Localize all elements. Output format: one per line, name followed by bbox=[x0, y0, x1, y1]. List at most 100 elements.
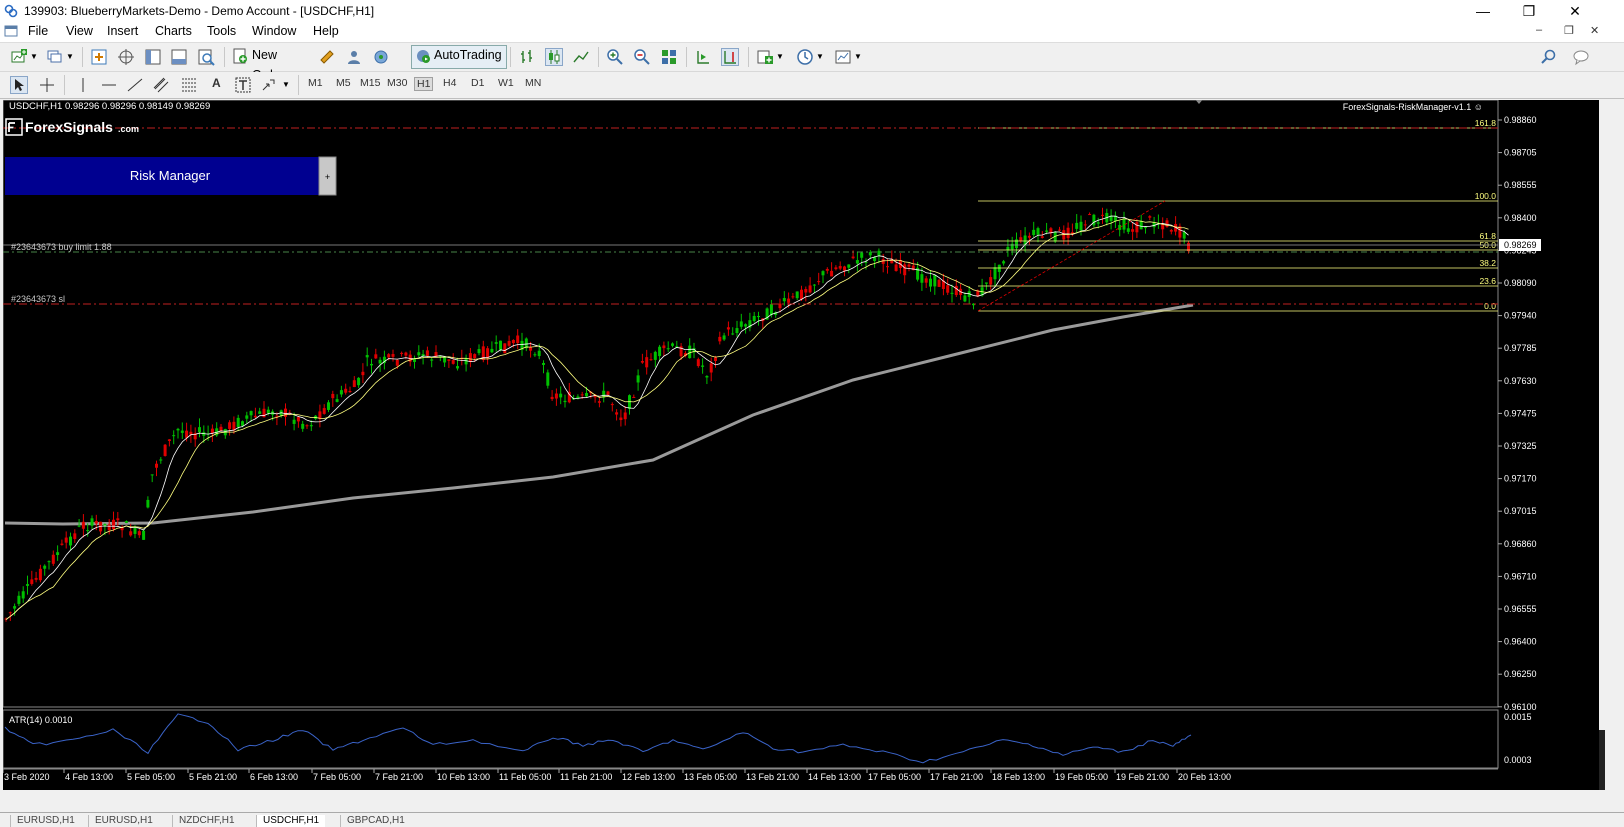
arrows-icon[interactable] bbox=[260, 76, 278, 94]
profiles-dropdown-icon[interactable]: ▼ bbox=[66, 52, 74, 61]
menu-view[interactable]: View bbox=[66, 24, 93, 38]
market-watch-icon[interactable] bbox=[90, 48, 108, 66]
timeframe-m5[interactable]: M5 bbox=[336, 77, 351, 89]
minimize-button[interactable]: — bbox=[1460, 0, 1506, 22]
navigator-icon[interactable] bbox=[144, 48, 162, 66]
cursor-icon[interactable] bbox=[10, 76, 28, 94]
tab-usdchf[interactable]: USDCHF,H1 bbox=[256, 815, 326, 827]
chart-shift-icon[interactable] bbox=[721, 48, 739, 66]
restore-button[interactable]: ❐ bbox=[1506, 0, 1552, 22]
profiles-icon[interactable] bbox=[46, 48, 64, 66]
time-label: 14 Feb 13:00 bbox=[808, 772, 861, 782]
price-chart[interactable]: 161.8100.061.850.038.223.60.0 0.988600.9… bbox=[3, 100, 1599, 790]
chart-window-icon[interactable] bbox=[4, 24, 18, 38]
horizontal-line-icon[interactable] bbox=[100, 76, 118, 94]
templates-dropdown-icon[interactable]: ▼ bbox=[854, 52, 862, 61]
timeframe-w1[interactable]: W1 bbox=[498, 77, 514, 89]
new-chart-icon[interactable] bbox=[10, 48, 28, 66]
signals-icon[interactable] bbox=[345, 48, 363, 66]
timeframe-m15[interactable]: M15 bbox=[360, 77, 380, 89]
new-order-label: New Order bbox=[252, 48, 284, 82]
mdi-restore-button[interactable]: ❐ bbox=[1564, 24, 1574, 37]
candle-body bbox=[950, 292, 954, 294]
candle-body bbox=[701, 365, 705, 367]
crosshair-icon[interactable] bbox=[38, 76, 56, 94]
indicators-dropdown-icon[interactable]: ▼ bbox=[776, 52, 784, 61]
channel-icon[interactable] bbox=[152, 76, 170, 94]
candle-body bbox=[714, 357, 717, 362]
mdi-close-button[interactable]: ✕ bbox=[1590, 24, 1599, 37]
new-order-button[interactable]: New Order bbox=[230, 45, 312, 82]
bar-chart-icon[interactable] bbox=[518, 48, 536, 66]
timeframe-m30[interactable]: M30 bbox=[387, 77, 407, 89]
templates-icon[interactable] bbox=[834, 48, 852, 66]
price-label: 0.97325 bbox=[1504, 441, 1537, 451]
timeframe-m1[interactable]: M1 bbox=[308, 77, 323, 89]
timeframe-h1[interactable]: H1 bbox=[414, 77, 434, 91]
candle-body bbox=[554, 393, 558, 399]
text-label-icon[interactable] bbox=[234, 76, 252, 94]
candle-body bbox=[357, 377, 361, 386]
tab-gbpcad[interactable]: GBPCAD,H1 bbox=[340, 815, 411, 827]
candle-body bbox=[640, 361, 644, 363]
main-toolbar: ▼ ▼ New Order AutoTrading ▼ ▼ ▼ bbox=[0, 43, 1624, 82]
timeframe-mn[interactable]: MN bbox=[525, 77, 541, 89]
menu-charts[interactable]: Charts bbox=[155, 24, 192, 38]
line-chart-icon[interactable] bbox=[572, 48, 590, 66]
candle-body bbox=[163, 444, 167, 456]
candle-body bbox=[559, 393, 563, 398]
timeframe-d1[interactable]: D1 bbox=[471, 77, 484, 89]
tile-windows-icon[interactable] bbox=[660, 48, 678, 66]
risk-manager-panel[interactable]: Risk Manager + bbox=[5, 156, 337, 196]
new-chart-dropdown-icon[interactable]: ▼ bbox=[30, 52, 38, 61]
menu-file[interactable]: File bbox=[28, 24, 48, 38]
time-label: 19 Feb 21:00 bbox=[1116, 772, 1169, 782]
menu-window[interactable]: Window bbox=[252, 24, 296, 38]
zoom-out-icon[interactable] bbox=[633, 48, 651, 66]
chart-area[interactable]: 161.8 100.0 61.8 50.0 38.2 23.6 0.0 0.98860 0.9… bbox=[3, 100, 1599, 790]
fibonacci-retracement[interactable]: 161.8100.061.850.038.223.60.0 bbox=[977, 118, 1498, 312]
timeframe-h4[interactable]: H4 bbox=[443, 77, 456, 89]
auto-scroll-icon[interactable] bbox=[694, 48, 712, 66]
candle-body bbox=[167, 439, 171, 442]
tab-eurusd-1[interactable]: EURUSD,H1 bbox=[10, 815, 81, 827]
time-label: 18 Feb 13:00 bbox=[992, 772, 1045, 782]
tab-eurusd-2[interactable]: EURUSD,H1 bbox=[88, 815, 159, 827]
periods-dropdown-icon[interactable]: ▼ bbox=[816, 52, 824, 61]
expert-advisor-label: ForexSignals-RiskManager-v1.1 ☺ bbox=[1343, 102, 1483, 112]
vertical-line-icon[interactable] bbox=[74, 76, 92, 94]
candle-body bbox=[322, 408, 326, 414]
menu-tools[interactable]: Tools bbox=[207, 24, 236, 38]
fib-trend-line[interactable] bbox=[977, 200, 1166, 312]
price-axis[interactable]: 0.988600.987050.985550.984000.982450.980… bbox=[1498, 115, 1541, 765]
market-icon[interactable] bbox=[372, 48, 390, 66]
data-window-icon[interactable] bbox=[117, 48, 135, 66]
autotrading-button[interactable]: AutoTrading bbox=[411, 45, 507, 69]
candlestick-chart-icon[interactable] bbox=[545, 48, 563, 66]
text-tool-icon[interactable]: A bbox=[212, 76, 221, 90]
periods-icon[interactable] bbox=[796, 48, 814, 66]
chart-shift-marker-icon[interactable] bbox=[1194, 100, 1204, 104]
candle-body bbox=[266, 409, 270, 414]
zoom-in-icon[interactable] bbox=[606, 48, 624, 66]
trendline-icon[interactable] bbox=[126, 76, 144, 94]
fibonacci-icon[interactable] bbox=[180, 76, 198, 94]
arrows-dropdown-icon[interactable]: ▼ bbox=[282, 80, 290, 89]
menu-insert[interactable]: Insert bbox=[107, 24, 138, 38]
metaeditor-icon[interactable] bbox=[318, 48, 336, 66]
terminal-icon[interactable] bbox=[170, 48, 188, 66]
order-lines[interactable] bbox=[3, 127, 1498, 305]
candle-body bbox=[344, 388, 348, 393]
candle-body bbox=[241, 421, 244, 426]
tab-nzdchf[interactable]: NZDCHF,H1 bbox=[172, 815, 241, 827]
mdi-minimize-button[interactable]: – bbox=[1536, 24, 1542, 36]
atr-indicator[interactable] bbox=[4, 713, 1192, 764]
close-button[interactable]: ✕ bbox=[1552, 0, 1598, 22]
chat-icon[interactable] bbox=[1572, 48, 1590, 66]
indicators-icon[interactable] bbox=[756, 48, 774, 66]
menu-help[interactable]: Help bbox=[313, 24, 339, 38]
candle-body bbox=[387, 354, 391, 358]
time-axis[interactable]: 3 Feb 2020 4 Feb 13:00 5 Feb 05:00 5 Feb 21… bbox=[3, 769, 1231, 782]
strategy-tester-icon[interactable] bbox=[197, 48, 215, 66]
search-icon[interactable] bbox=[1540, 48, 1558, 66]
